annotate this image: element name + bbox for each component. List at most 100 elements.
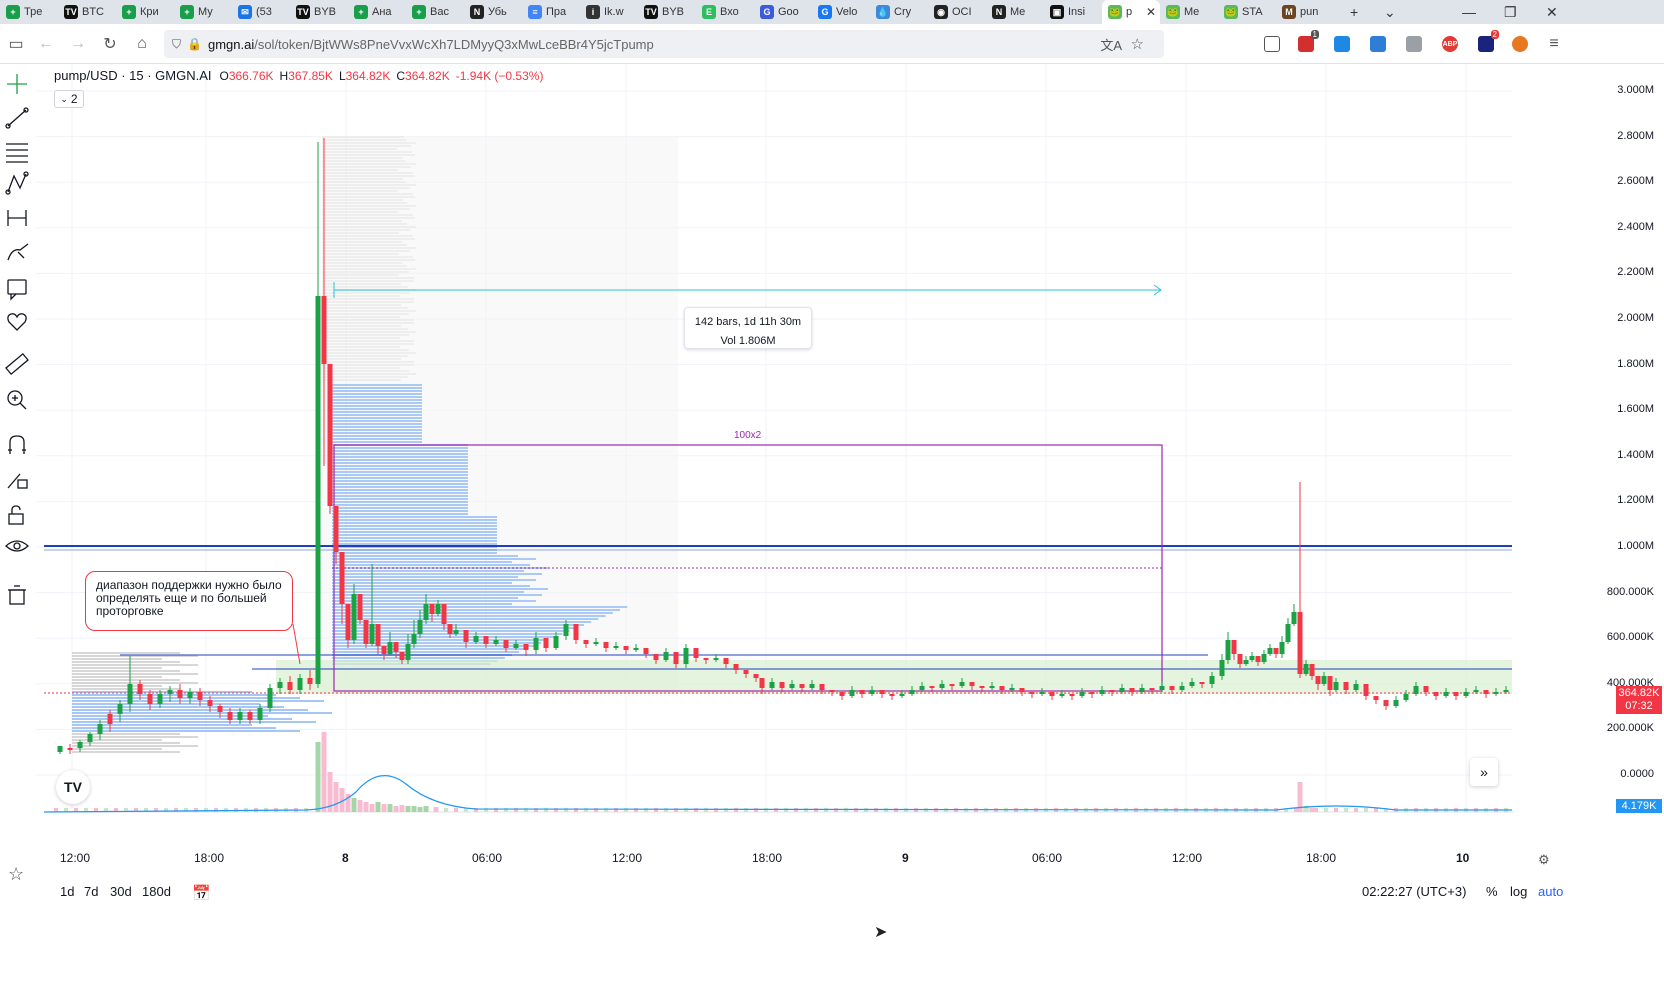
tradingview-logo[interactable]: TV: [56, 770, 90, 804]
extension-blue-icon[interactable]: [1370, 36, 1386, 52]
browser-tab[interactable]: + Ана: [348, 0, 406, 24]
symbol-label[interactable]: pump/USD · 15 · GMGN.AI: [54, 68, 211, 83]
annotation-callout[interactable]: диапазон поддержки нужно было определять…: [85, 571, 293, 631]
volume-profile-bar: [332, 552, 497, 554]
browser-tab[interactable]: ◉ OCI: [928, 0, 986, 24]
brush-icon[interactable]: [7, 243, 29, 261]
ruler-icon[interactable]: [5, 352, 29, 376]
reload-button[interactable]: ↻: [100, 34, 120, 54]
browser-tab[interactable]: i Ik.w: [580, 0, 638, 24]
extension-red-icon[interactable]: 1: [1298, 30, 1319, 52]
clock-time[interactable]: 02:22:27 (UTC+3): [1362, 884, 1466, 899]
browser-tab[interactable]: N Me: [986, 0, 1044, 24]
tab-favicon-icon: TV: [644, 5, 658, 19]
percent-scale-button[interactable]: %: [1486, 884, 1498, 899]
lock-icon: 🔒: [187, 37, 202, 51]
candle-body: [1363, 684, 1369, 696]
volume-profile-bar: [332, 399, 422, 401]
browser-tab[interactable]: E Вхо: [696, 0, 754, 24]
pattern-icon[interactable]: [5, 171, 29, 195]
new-tab-button[interactable]: +: [1350, 0, 1358, 24]
log-scale-button[interactable]: log: [1510, 884, 1527, 899]
comment-icon[interactable]: [7, 279, 27, 301]
range-30d[interactable]: 30d: [110, 884, 132, 899]
volume-profile-bar: [332, 531, 497, 533]
candle-body: [1285, 624, 1291, 642]
range-180d[interactable]: 180d: [142, 884, 171, 899]
browser-tab[interactable]: Mpun: [1276, 0, 1334, 24]
save-extension-icon[interactable]: [1334, 36, 1350, 52]
close-window-button[interactable]: ✕: [1546, 0, 1558, 24]
zoom-in-icon[interactable]: [7, 390, 27, 410]
browser-tab[interactable]: ✉ (53: [232, 0, 290, 24]
browser-tab[interactable]: + Тре: [0, 0, 58, 24]
magnet-icon[interactable]: [8, 435, 26, 454]
candle-body: [733, 664, 739, 670]
browser-tab[interactable]: 🐸 Me: [1160, 0, 1218, 24]
projection-icon[interactable]: [7, 210, 27, 226]
browser-tab[interactable]: ≡ Пра: [522, 0, 580, 24]
indicators-toggle-button[interactable]: ⌄ 2: [54, 90, 84, 108]
browser-tab[interactable]: TV BYB: [290, 0, 348, 24]
rectangle-label[interactable]: 100x2: [734, 430, 761, 441]
volume-bar: [724, 808, 728, 812]
browser-tab[interactable]: G Velo: [812, 0, 870, 24]
drawing-mode-icon[interactable]: [7, 473, 28, 489]
browser-tab[interactable]: ▣ Insi: [1044, 0, 1102, 24]
browser-tab[interactable]: 🐸 STA: [1218, 0, 1276, 24]
restore-window-button[interactable]: ❐: [1504, 0, 1517, 24]
sidebar-toggle-icon[interactable]: ▭: [6, 34, 26, 54]
crosshair-icon[interactable]: [7, 74, 27, 94]
url-field[interactable]: ⛉ 🔒 gmgn.ai/sol/token/BjtWWs8PneVvxWcXh7…: [164, 30, 1164, 58]
browser-tab[interactable]: 🐸 p ✕: [1102, 0, 1160, 24]
browser-tab[interactable]: N Убь: [464, 0, 522, 24]
candle-body: [949, 684, 955, 686]
candle-body: [297, 678, 303, 690]
candle-body: [441, 604, 447, 624]
candle-body: [429, 604, 435, 614]
tab-list-chevron-icon[interactable]: ⌄: [1384, 0, 1396, 24]
candle-body: [1255, 656, 1261, 662]
browser-tab[interactable]: + Кри: [116, 0, 174, 24]
browser-tab[interactable]: 💧 Cry: [870, 0, 928, 24]
price-chart[interactable]: pump/USD · 15 · GMGN.AI O366.76K H367.85…: [36, 64, 1664, 884]
mail-extension-icon[interactable]: [1406, 36, 1422, 52]
extensions-icon[interactable]: [1264, 36, 1280, 52]
tab-favicon-icon: i: [586, 5, 600, 19]
translate-icon[interactable]: 文A: [1100, 35, 1122, 54]
range-1d[interactable]: 1d: [60, 884, 74, 899]
auto-scale-button[interactable]: auto: [1538, 884, 1563, 899]
browser-tab[interactable]: G Goo: [754, 0, 812, 24]
volume-bar: [433, 807, 439, 812]
volume-profile-bar: [332, 507, 468, 509]
settings-gear-icon[interactable]: ⚙: [1538, 852, 1550, 868]
back-button[interactable]: ←: [36, 34, 56, 54]
lock-drawings-icon[interactable]: [8, 505, 24, 525]
trend-line-icon[interactable]: [5, 107, 29, 129]
candle-body: [207, 700, 213, 706]
browser-tab[interactable]: + Вас: [406, 0, 464, 24]
range-7d[interactable]: 7d: [84, 884, 98, 899]
home-button[interactable]: ⌂: [132, 34, 152, 54]
minimize-window-button[interactable]: —: [1462, 0, 1476, 24]
extension-badge-icon[interactable]: 2: [1478, 30, 1499, 52]
hide-drawings-icon[interactable]: [5, 540, 29, 552]
forward-button[interactable]: →: [68, 34, 88, 54]
scroll-to-realtime-button[interactable]: »: [1470, 758, 1498, 786]
browser-tab[interactable]: TV BYB: [638, 0, 696, 24]
heart-icon[interactable]: [7, 313, 27, 331]
fib-retracement-icon[interactable]: [6, 143, 28, 163]
close-tab-icon[interactable]: ✕: [1146, 5, 1156, 19]
trash-icon[interactable]: [8, 585, 26, 605]
bookmark-star-icon[interactable]: ☆: [1131, 35, 1144, 53]
fox-extension-icon[interactable]: [1512, 36, 1528, 52]
goto-date-icon[interactable]: 📅: [192, 884, 211, 902]
volume-profile-bar: [72, 676, 162, 678]
adblock-icon[interactable]: ABP: [1442, 36, 1458, 52]
favorites-star-icon[interactable]: ☆: [8, 864, 24, 885]
browser-tab[interactable]: TV BTC: [58, 0, 116, 24]
price-tick-label: 2.600M: [1617, 175, 1654, 188]
menu-icon[interactable]: ≡: [1544, 34, 1564, 54]
browser-tab[interactable]: + Му: [174, 0, 232, 24]
chart-canvas[interactable]: [36, 64, 1664, 884]
